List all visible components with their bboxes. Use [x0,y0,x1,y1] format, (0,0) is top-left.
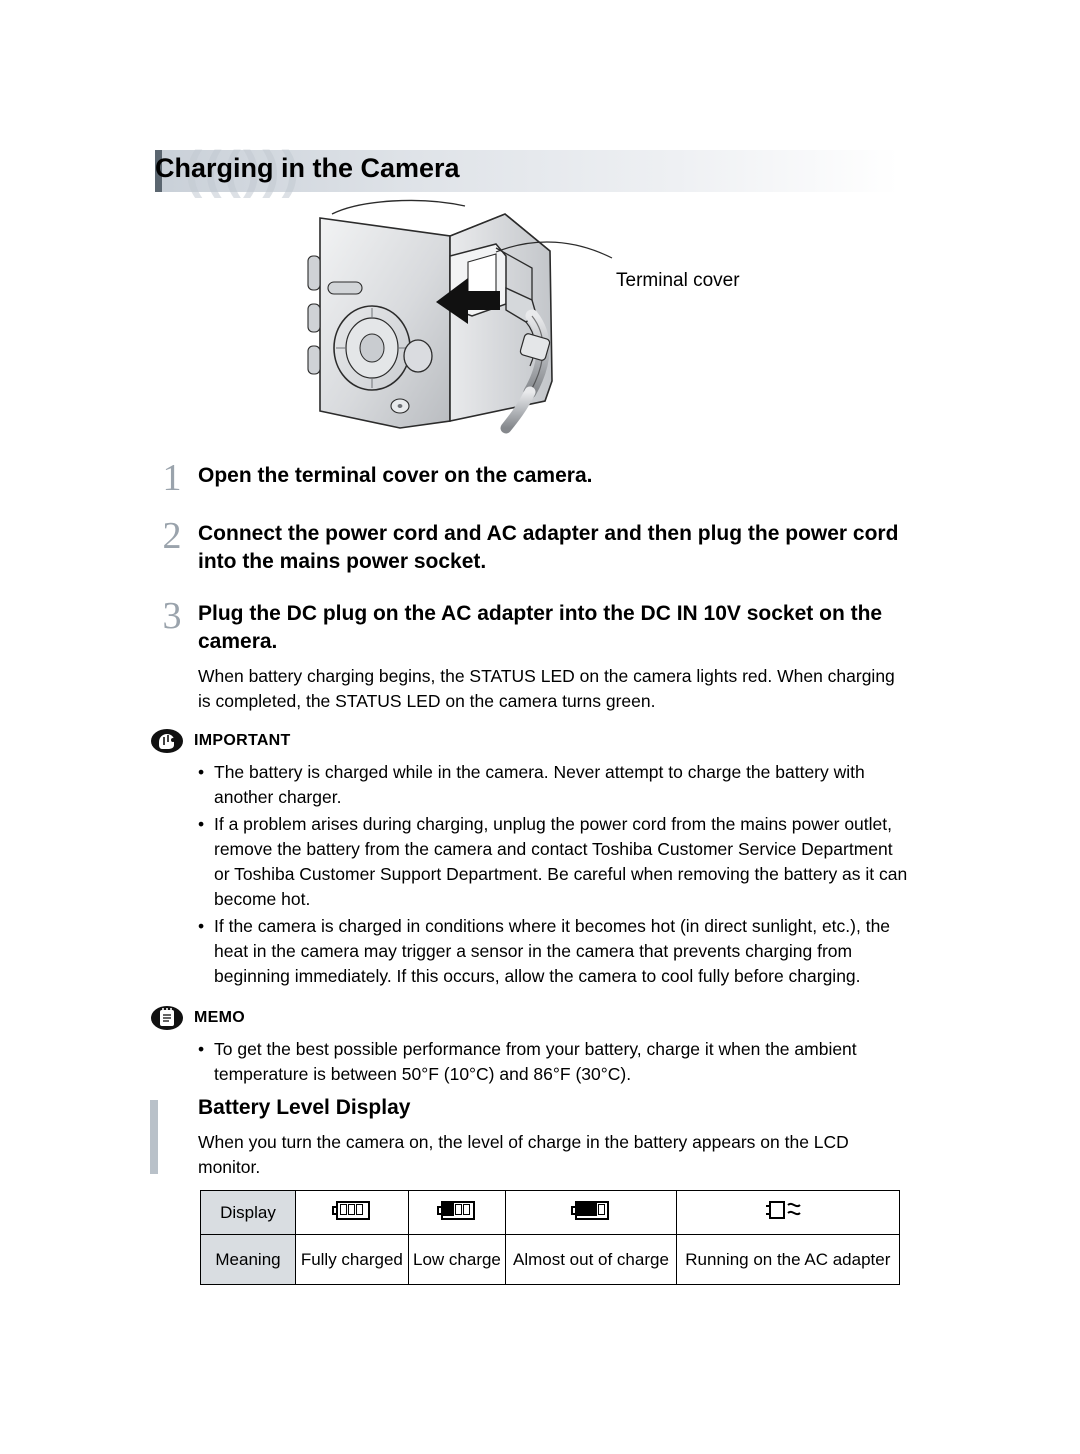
subsection-accent-bar [150,1100,158,1174]
table-row: Display [200,1190,901,1235]
step-1-number: 1 [162,457,182,499]
cell-meaning-3: Almost out of charge [505,1234,677,1285]
battery-low-icon [436,1200,477,1220]
memo-header: MEMO [150,1005,910,1031]
ac-plug-icon [764,1198,812,1222]
subsection-title: Battery Level Display [198,1096,411,1119]
battery-empty-icon [570,1200,611,1220]
important-bullet-1: The battery is charged while in the came… [198,760,910,810]
step-3: 3 Plug the DC plug on the AC adapter int… [150,595,910,714]
row-header-display: Display [200,1190,296,1235]
memo-title: MEMO [194,1009,245,1026]
cell-meaning-2: Low charge [407,1234,507,1285]
memo-bullets: To get the best possible performance fro… [198,1037,910,1087]
step-3-body: When battery charging begins, the STATUS… [198,666,895,711]
subsection-body: When you turn the camera on, the level o… [198,1132,849,1177]
memo-bullet-1: To get the best possible performance fro… [198,1037,910,1087]
step-2: 2 Connect the power cord and AC adapter … [150,515,910,576]
cell-battery-full-icon [295,1190,409,1235]
battery-level-section: Battery Level Display When you turn the … [150,1096,910,1180]
terminal-cover-callout: Terminal cover [616,270,740,291]
step-2-number: 2 [162,515,182,557]
important-bullet-3: If the camera is charged in conditions w… [198,914,910,989]
cell-meaning-4: Running on the AC adapter [675,1234,901,1285]
cell-ac-plug-icon [675,1190,901,1235]
manual-page: ((())) Charging in the Camera Terminal c… [0,0,1080,1454]
memo-note: MEMO To get the best possible performanc… [150,1005,910,1089]
step-3-number: 3 [162,595,182,637]
important-title: IMPORTANT [194,732,291,749]
important-bullets: The battery is charged while in the came… [198,760,910,989]
pointing-hand-icon [150,728,184,754]
camera-illustration [300,196,630,436]
battery-level-table: Display Meaning Fully charged Low charge… [200,1190,901,1285]
battery-full-icon [331,1200,372,1220]
memo-pad-icon [150,1005,184,1031]
cell-battery-empty-icon [505,1190,677,1235]
cell-battery-low-icon [407,1190,507,1235]
important-bullet-2: If a problem arises during charging, unp… [198,812,910,912]
step-1: 1 Open the terminal cover on the camera. [150,457,910,499]
row-header-meaning: Meaning [200,1234,296,1285]
cell-meaning-1: Fully charged [295,1234,409,1285]
page-title: Charging in the Camera [155,153,460,183]
step-3-heading: Plug the DC plug on the AC adapter into … [198,602,883,653]
important-note: IMPORTANT The battery is charged while i… [150,728,910,991]
step-2-heading: Connect the power cord and AC adapter an… [198,522,899,573]
step-1-heading: Open the terminal cover on the camera. [198,464,593,487]
table-row: Meaning Fully charged Low charge Almost … [200,1234,901,1285]
important-header: IMPORTANT [150,728,910,754]
